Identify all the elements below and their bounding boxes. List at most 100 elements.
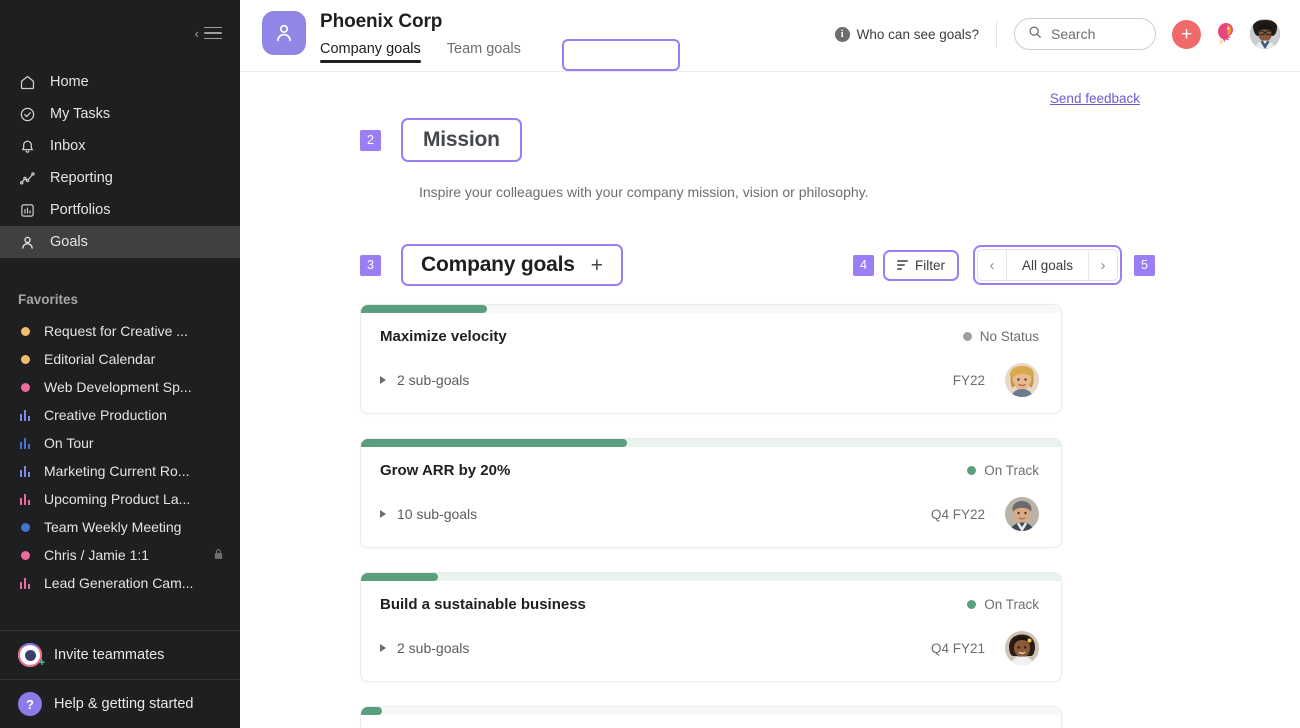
goal-card[interactable]: Maximize velocity No Status 2 sub-goals xyxy=(360,304,1062,414)
lock-icon xyxy=(213,547,224,563)
favorite-item[interactable]: Lead Generation Cam... xyxy=(0,569,240,597)
goal-card[interactable]: Grow and engage teams No Status xyxy=(360,706,1062,728)
info-icon: i xyxy=(835,27,850,42)
mission-header-row: 2 Mission xyxy=(240,106,1300,162)
search-input[interactable]: Search xyxy=(1014,18,1156,50)
sidebar-item-portfolios[interactable]: Portfolios xyxy=(0,194,240,226)
favorite-item[interactable]: Chris / Jamie 1:1 xyxy=(0,541,240,569)
goal-card-bottom-row: 2 sub-goals FY22 xyxy=(380,363,1039,397)
org-logo[interactable] xyxy=(262,11,306,55)
goal-owner-avatar[interactable] xyxy=(1005,631,1039,665)
bar-chart-icon xyxy=(18,494,32,505)
favorite-item[interactable]: Editorial Calendar xyxy=(0,345,240,373)
sidebar-item-goals[interactable]: Goals xyxy=(0,226,240,258)
dot-icon xyxy=(18,327,32,336)
period-value[interactable]: All goals xyxy=(1006,250,1089,280)
favorite-item[interactable]: Web Development Sp... xyxy=(0,373,240,401)
search-placeholder: Search xyxy=(1051,26,1095,42)
progress-track xyxy=(361,707,1061,715)
subgoals-label: 2 sub-goals xyxy=(397,640,469,656)
subgoals-toggle[interactable]: 2 sub-goals xyxy=(380,640,469,656)
favorite-item[interactable]: Marketing Current Ro... xyxy=(0,457,240,485)
sidebar-item-my-tasks[interactable]: My Tasks xyxy=(0,98,240,130)
dot-icon xyxy=(18,551,32,560)
goal-title: Maximize velocity xyxy=(380,328,507,345)
sidebar-top: ‹ xyxy=(0,0,240,66)
annotation-badge-2: 2 xyxy=(360,130,381,151)
collapse-sidebar-icon[interactable]: ‹ xyxy=(195,27,222,40)
favorite-item[interactable]: Team Weekly Meeting xyxy=(0,513,240,541)
goal-meta: FY22 xyxy=(953,363,1039,397)
main-area: Phoenix Corp Company goals Team goals i … xyxy=(240,0,1300,728)
tab-bar: Company goals Team goals xyxy=(320,41,521,63)
sidebar-item-label: My Tasks xyxy=(50,106,110,122)
progress-track xyxy=(361,573,1061,581)
sidebar-item-home[interactable]: Home xyxy=(0,66,240,98)
sidebar-item-label: Goals xyxy=(50,234,88,250)
feedback-row: Send feedback xyxy=(240,72,1300,106)
sidebar-item-inbox[interactable]: Inbox xyxy=(0,130,240,162)
goal-card-top-row: Build a sustainable business On Track xyxy=(380,596,1039,613)
goal-meta: Q4 FY21 xyxy=(931,631,1039,665)
company-goals-title-box[interactable]: Company goals + xyxy=(401,244,623,286)
next-period-button[interactable]: › xyxy=(1089,250,1117,280)
user-avatar[interactable] xyxy=(1250,19,1280,49)
status-badge: No Status xyxy=(963,329,1039,344)
filter-label: Filter xyxy=(915,258,945,273)
filter-button[interactable]: Filter xyxy=(883,250,959,281)
bird-mascot-icon[interactable] xyxy=(1215,21,1237,47)
tab-company-goals[interactable]: Company goals xyxy=(320,41,421,63)
favorite-label: Request for Creative ... xyxy=(44,323,224,339)
favorite-item[interactable]: Upcoming Product La... xyxy=(0,485,240,513)
goal-owner-avatar[interactable] xyxy=(1005,363,1039,397)
who-can-see-goals-link[interactable]: i Who can see goals? xyxy=(835,27,979,42)
favorite-item[interactable]: On Tour xyxy=(0,429,240,457)
send-feedback-link[interactable]: Send feedback xyxy=(1050,91,1140,106)
subgoals-toggle[interactable]: 2 sub-goals xyxy=(380,372,469,388)
status-badge: On Track xyxy=(967,597,1039,612)
invite-avatar-icon: + xyxy=(18,643,42,667)
favorite-item[interactable]: Creative Production xyxy=(0,401,240,429)
status-dot-icon xyxy=(963,332,972,341)
goal-person-icon xyxy=(18,233,37,252)
subgoals-toggle[interactable]: 10 sub-goals xyxy=(380,506,477,522)
add-button[interactable]: + xyxy=(1172,20,1201,49)
goal-card-body: Maximize velocity No Status 2 sub-goals xyxy=(361,313,1061,413)
prev-period-button[interactable]: ‹ xyxy=(978,250,1006,280)
favorite-label: Team Weekly Meeting xyxy=(44,519,224,535)
mission-title: Mission xyxy=(423,128,500,152)
progress-fill xyxy=(361,707,382,715)
status-label: On Track xyxy=(984,463,1039,478)
favorites-header: Favorites xyxy=(0,292,240,307)
favorite-label: Upcoming Product La... xyxy=(44,491,224,507)
goal-card[interactable]: Build a sustainable business On Track 2 … xyxy=(360,572,1062,682)
invite-teammates-button[interactable]: + Invite teammates xyxy=(0,630,240,679)
chevron-right-icon xyxy=(380,510,386,518)
tab-team-goals[interactable]: Team goals xyxy=(447,41,521,63)
period-selector: ‹ All goals › xyxy=(973,245,1122,285)
sidebar-item-label: Home xyxy=(50,74,89,90)
sidebar-item-label: Portfolios xyxy=(50,202,110,218)
add-goal-button[interactable]: + xyxy=(591,255,603,276)
goal-cards-list: Maximize velocity No Status 2 sub-goals xyxy=(240,286,1300,728)
annotation-box-1 xyxy=(562,39,680,71)
mission-title-box[interactable]: Mission xyxy=(401,118,522,162)
favorite-label: Lead Generation Cam... xyxy=(44,575,224,591)
goal-card-body: Grow ARR by 20% On Track 10 sub-goals xyxy=(361,447,1061,547)
bar-chart-icon xyxy=(18,438,32,449)
dot-icon xyxy=(18,355,32,364)
favorite-label: Marketing Current Ro... xyxy=(44,463,224,479)
annotation-badge-5: 5 xyxy=(1134,255,1155,276)
favorite-label: Editorial Calendar xyxy=(44,351,224,367)
line-chart-icon xyxy=(18,169,37,188)
sidebar: ‹ Home My Tasks xyxy=(0,0,240,728)
favorite-item[interactable]: Request for Creative ... xyxy=(0,317,240,345)
goal-owner-avatar[interactable] xyxy=(1005,497,1039,531)
content-area: Send feedback 2 Mission Inspire your col… xyxy=(240,72,1300,728)
sidebar-item-reporting[interactable]: Reporting xyxy=(0,162,240,194)
subgoals-label: 10 sub-goals xyxy=(397,506,477,522)
favorite-label: Web Development Sp... xyxy=(44,379,224,395)
goal-period: Q4 FY22 xyxy=(931,507,985,522)
goal-card[interactable]: Grow ARR by 20% On Track 10 sub-goals xyxy=(360,438,1062,548)
help-button[interactable]: ? Help & getting started xyxy=(0,679,240,728)
